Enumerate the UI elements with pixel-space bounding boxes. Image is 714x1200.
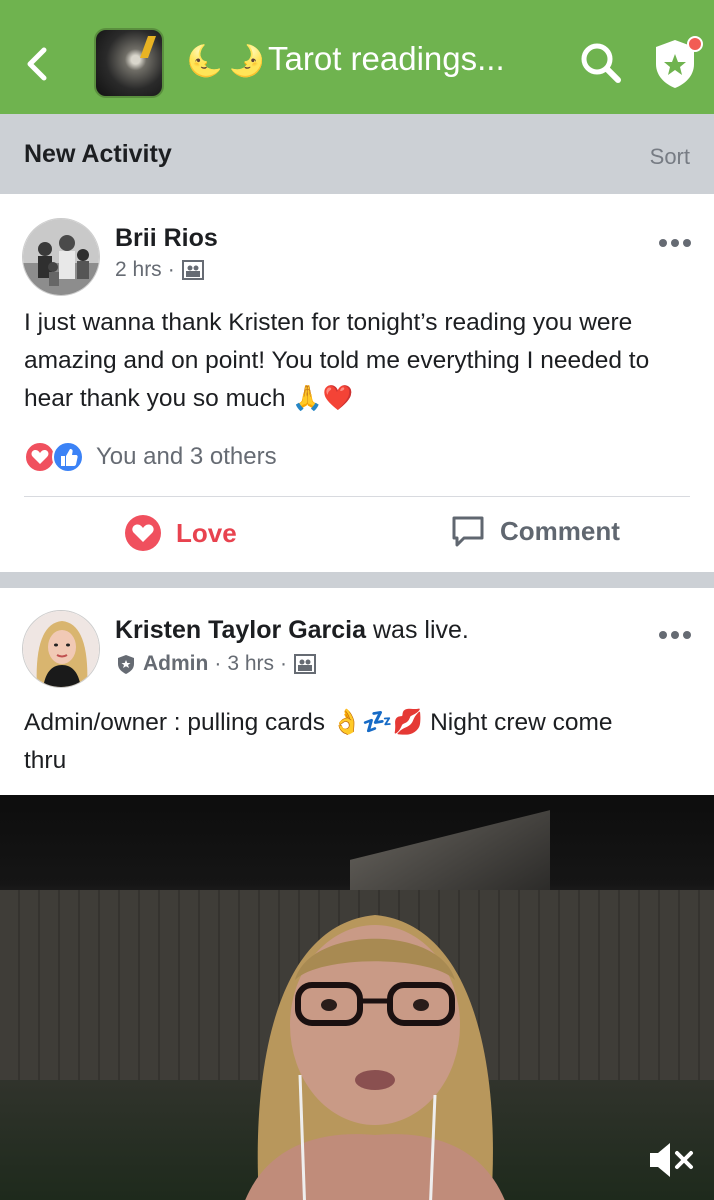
shield-badge-icon [118,655,134,674]
comment-label: Comment [500,515,620,546]
post-author[interactable]: Brii Rios [115,224,218,253]
post-card: Brii Rios 2 hrs · I just wanna thank Kri… [0,194,714,572]
separator-dot: · [214,652,222,675]
reaction-count[interactable]: You and 3 others [96,443,277,471]
love-button[interactable]: Love [124,514,237,552]
group-cover-thumbnail[interactable] [94,28,164,98]
heart-icon [125,515,161,551]
post-text: Admin/owner : pulling cards 👌💤💋 Night cr… [24,709,613,774]
comment-button[interactable]: Comment [450,514,620,548]
avatar[interactable] [22,610,100,688]
speaker-muted-icon [650,1143,693,1177]
post-timestamp[interactable]: 3 hrs [227,652,274,676]
more-horizontal-icon [659,239,691,247]
post-author-name[interactable]: Kristen Taylor Garcia [115,616,366,644]
chevron-left-icon [27,47,47,81]
post-timestamp[interactable]: 2 hrs [115,258,162,282]
back-button[interactable] [20,40,60,88]
separator-dot: · [167,258,175,281]
more-horizontal-icon [659,631,691,639]
reaction-icons [24,441,84,473]
love-label: Love [176,517,237,548]
comment-bubble-icon [452,516,484,547]
post-author-verb: was live. [372,616,469,644]
activity-sort-bar: New Activity Sort [0,114,714,194]
post-divider [24,496,690,497]
search-button[interactable] [578,40,624,86]
admin-badge: Admin [143,652,209,675]
reaction-summary[interactable]: You and 3 others [24,440,277,474]
moon-emoji-left: 🌜 [186,45,224,78]
post-meta: 2 hrs · [115,258,205,282]
search-icon [581,43,621,83]
moon-emoji-right: 🌛 [228,45,266,78]
avatar[interactable] [22,218,100,296]
group-members-icon [294,654,317,674]
post-author[interactable]: Kristen Taylor Garcia was live. [115,616,469,645]
group-members-icon [181,260,204,280]
post-options-button[interactable] [658,236,692,248]
admin-tools-button[interactable] [650,34,704,92]
sort-button[interactable]: Sort [650,144,690,170]
live-video[interactable] [0,795,714,1200]
shield-star-icon [656,36,703,88]
section-title: New Activity [24,140,172,168]
separator-dot: · [280,652,288,675]
post-meta: Admin · 3 hrs · [115,652,317,676]
post-options-button[interactable] [658,628,692,640]
post-card: Kristen Taylor Garcia was live. Admin · … [0,588,714,795]
mute-toggle-button[interactable] [646,1138,696,1182]
post-separator [0,572,714,588]
video-person [245,915,505,1200]
top-bar: 🌜 🌛 Tarot readings... [0,0,714,114]
post-text: I just wanna thank Kristen for tonight’s… [24,309,650,412]
group-title[interactable]: Tarot readings... [268,40,505,78]
